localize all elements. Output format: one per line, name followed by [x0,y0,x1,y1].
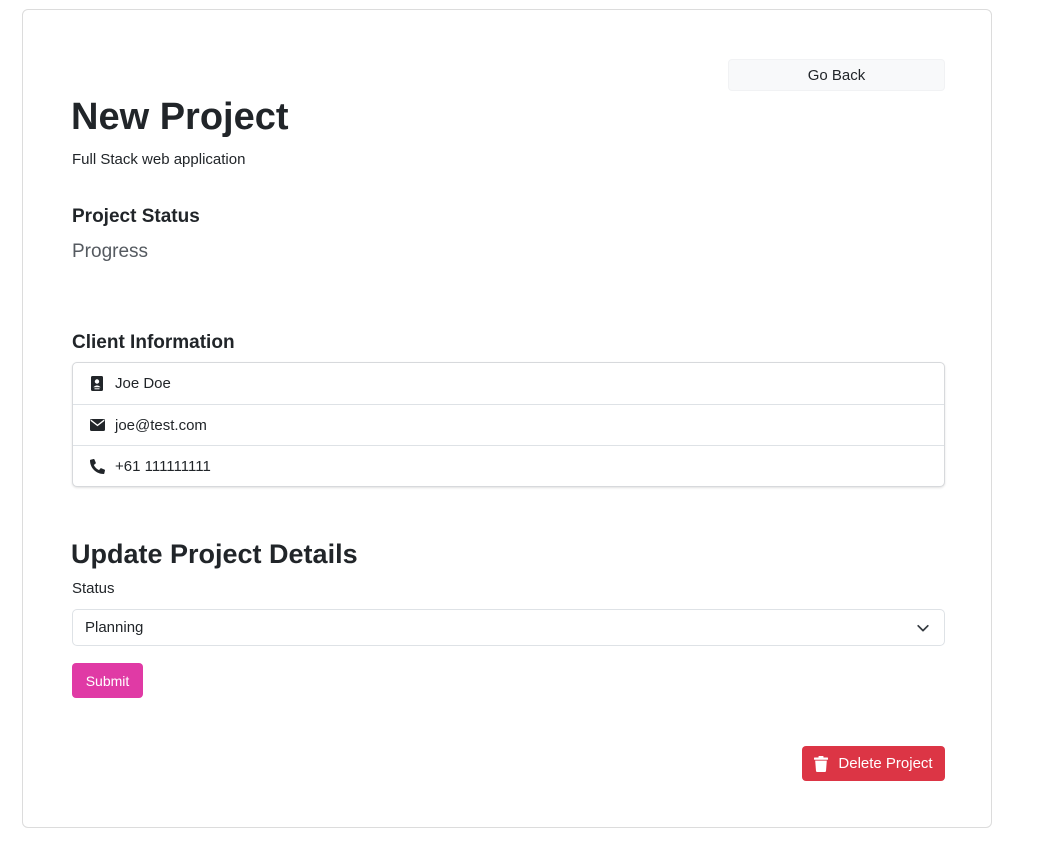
submit-button[interactable]: Submit [72,663,143,698]
client-name-item: Joe Doe [73,363,944,404]
client-email-item: joe@test.com [73,404,944,445]
client-email: joe@test.com [115,416,207,434]
status-select[interactable]: Planning [72,609,945,646]
trash-icon [814,755,829,772]
update-details-heading: Update Project Details [71,539,358,569]
id-card-icon [89,376,105,392]
delete-label: Delete Project [838,755,933,772]
project-description: Full Stack web application [72,151,246,168]
chevron-down-icon [917,624,929,632]
status-select-value: Planning [85,619,144,636]
project-status-heading: Project Status [72,206,200,227]
delete-project-button[interactable]: Delete Project [802,746,945,781]
go-back-label: Go Back [807,66,866,84]
go-back-button[interactable]: Go Back [728,59,945,91]
client-phone: +61 111111111 [115,457,211,475]
client-name: Joe Doe [115,375,171,392]
submit-label: Submit [85,672,130,689]
phone-icon [89,458,105,474]
envelope-icon [89,417,105,433]
page-title: New Project [71,96,289,138]
client-information-heading: Client Information [72,332,235,353]
client-info-list: Joe Doe joe@test.com +61 111111111 [72,362,945,487]
status-field-label: Status [72,580,115,597]
project-card: Go Back New Project Full Stack web appli… [22,9,992,828]
client-phone-item: +61 111111111 [73,445,944,486]
project-status-value: Progress [72,241,149,262]
